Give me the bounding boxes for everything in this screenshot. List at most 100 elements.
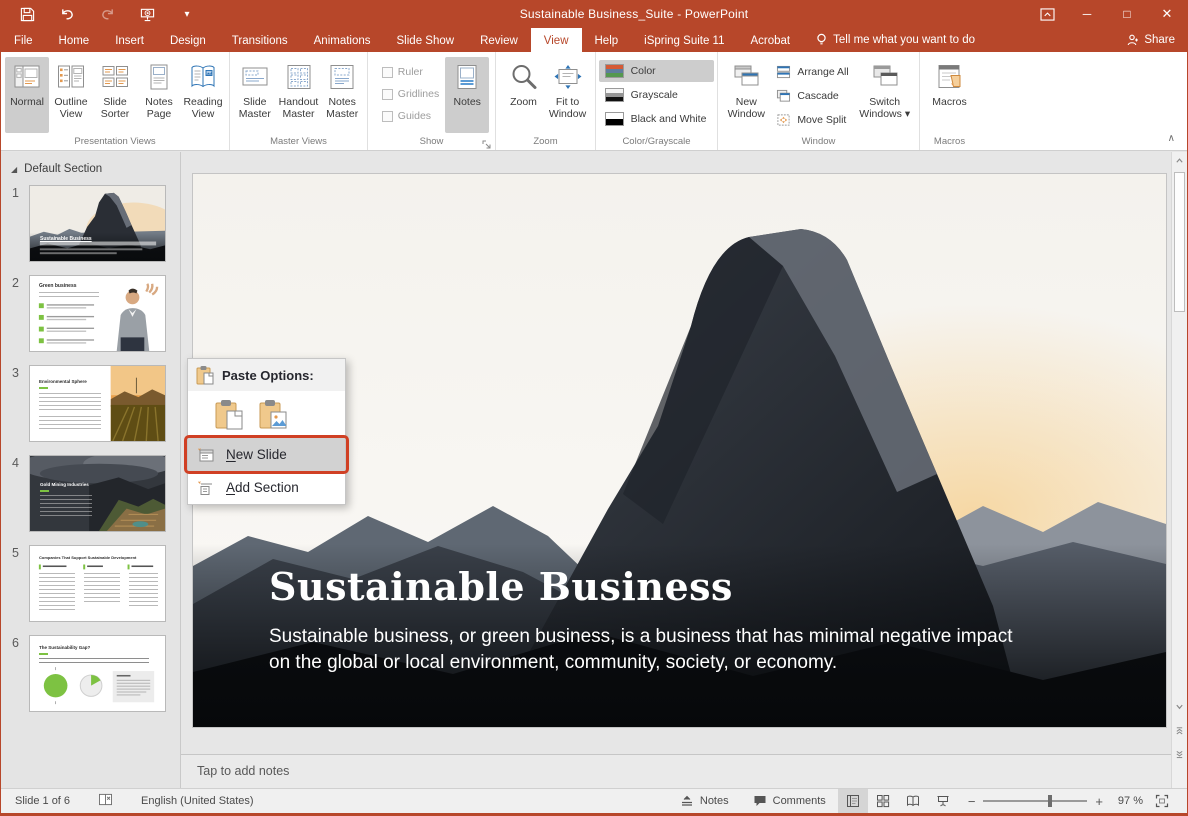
tab-view[interactable]: View <box>531 28 582 52</box>
tab-insert[interactable]: Insert <box>102 28 157 52</box>
cascade-button[interactable]: Cascade <box>772 86 852 106</box>
color-button[interactable]: Color <box>599 60 715 82</box>
notes-pane[interactable]: Tap to add notes <box>181 754 1171 788</box>
handout-master-button[interactable]: Handout Master <box>277 57 321 133</box>
slide-title-text[interactable]: Sustainable Business <box>269 564 733 609</box>
checkbox-icon <box>382 89 393 100</box>
section-header[interactable]: ◢ Default Section <box>1 152 180 181</box>
zoom-in-button[interactable]: + <box>1095 794 1103 809</box>
undo-icon[interactable] <box>57 4 77 24</box>
comments-toggle[interactable]: Comments <box>741 789 838 813</box>
tell-me-box[interactable]: Tell me what you want to do <box>803 28 988 52</box>
ribbon-display-options-icon[interactable] <box>1027 0 1067 28</box>
grayscale-chip-icon <box>605 88 624 102</box>
ruler-checkbox[interactable]: Ruler <box>382 66 439 78</box>
normal-view-button[interactable]: Normal <box>5 57 49 133</box>
tab-animations[interactable]: Animations <box>301 28 384 52</box>
scrollbar-thumb[interactable] <box>1174 172 1185 312</box>
tab-file[interactable]: File <box>1 28 46 52</box>
close-button[interactable]: ✕ <box>1147 0 1187 28</box>
thumbnail-slide-6[interactable]: The Sustainability Gap? <box>29 635 166 712</box>
tab-review[interactable]: Review <box>467 28 531 52</box>
dropdown-caret-icon: ▾ <box>905 108 910 120</box>
add-section-icon <box>196 479 214 497</box>
zoom-slider[interactable] <box>983 800 1087 802</box>
spellcheck-icon[interactable] <box>98 793 113 809</box>
switch-windows-button[interactable]: Switch Windows ▾ <box>857 57 913 133</box>
notes-toggle[interactable]: Notes <box>668 789 741 813</box>
arrange-all-button[interactable]: Arrange All <box>772 62 852 82</box>
thumbnail-slide-1[interactable]: Sustainable Business <box>29 185 166 262</box>
slide-sorter-toggle[interactable] <box>868 789 898 813</box>
customize-qat-caret-icon[interactable]: ▾ <box>177 4 197 24</box>
scroll-up-icon[interactable] <box>1172 152 1187 168</box>
grayscale-button[interactable]: Grayscale <box>599 84 715 106</box>
status-bar: Slide 1 of 6 English (United States) Not… <box>1 788 1187 816</box>
zoom-slider-handle[interactable] <box>1048 795 1052 807</box>
notes-master-icon <box>326 61 358 93</box>
slide-thumbnail-2: 2 Green business <box>29 275 172 352</box>
language-indicator[interactable]: English (United States) <box>141 795 254 807</box>
gridlines-checkbox[interactable]: Gridlines <box>382 88 439 100</box>
slide-sorter-button[interactable]: Slide Sorter <box>93 57 137 133</box>
window-controls: ─ □ ✕ <box>1027 0 1187 28</box>
group-presentation-views: Normal Outline View Slide Sorter Notes P… <box>1 52 229 150</box>
minimize-button[interactable]: ─ <box>1067 0 1107 28</box>
switch-windows-icon <box>869 61 901 93</box>
reading-view-small-icon <box>906 794 920 808</box>
lightbulb-icon <box>816 33 827 47</box>
maximize-button[interactable]: □ <box>1107 0 1147 28</box>
save-icon[interactable] <box>17 4 37 24</box>
thumbnail-slide-5[interactable]: Companies That Support Sustainable Devel… <box>29 545 166 622</box>
group-window: New Window Arrange All Cascade Move Spli… <box>717 52 919 150</box>
tab-transitions[interactable]: Transitions <box>219 28 301 52</box>
zoom-percentage[interactable]: 97 % <box>1113 795 1147 807</box>
outline-view-button[interactable]: Outline View <box>49 57 93 133</box>
slideshow-toggle[interactable] <box>928 789 958 813</box>
slide-master-button[interactable]: Slide Master <box>233 57 277 133</box>
tab-acrobat[interactable]: Acrobat <box>738 28 804 52</box>
macros-button[interactable]: Macros <box>928 57 972 133</box>
guides-checkbox[interactable]: Guides <box>382 110 439 122</box>
move-split-button[interactable]: Move Split <box>772 110 852 130</box>
zoom-button[interactable]: Zoom <box>502 57 546 133</box>
thumbnail-slide-3[interactable]: Environmental Sphere <box>29 365 166 442</box>
collapse-ribbon-icon[interactable]: ∧ <box>1168 133 1175 144</box>
fit-to-window-icon <box>552 61 584 93</box>
start-from-beginning-icon[interactable] <box>137 4 157 24</box>
paste-keep-formatting-button[interactable] <box>214 398 244 430</box>
slide-sorter-small-icon <box>876 794 890 808</box>
fit-slide-to-window-button[interactable] <box>1147 789 1177 813</box>
previous-slide-button[interactable] <box>1172 722 1187 738</box>
thumbnail-slide-2[interactable]: Green business <box>29 275 166 352</box>
move-split-icon <box>776 113 791 127</box>
slide-body-text[interactable]: Sustainable business, or green business,… <box>269 624 1017 676</box>
slide-thumbnail-1: 1 Sustainable Business <box>29 185 172 262</box>
tab-home[interactable]: Home <box>46 28 103 52</box>
zoom-out-button[interactable]: − <box>968 794 976 809</box>
vertical-scrollbar[interactable] <box>1171 152 1187 788</box>
slide-indicator[interactable]: Slide 1 of 6 <box>15 795 70 807</box>
normal-view-toggle[interactable] <box>838 789 868 813</box>
fit-to-window-button[interactable]: Fit to Window <box>546 57 590 133</box>
reading-view-toggle[interactable] <box>898 789 928 813</box>
reading-view-button[interactable]: Reading View <box>181 57 225 133</box>
scroll-down-icon[interactable] <box>1172 698 1187 714</box>
tab-help[interactable]: Help <box>582 28 632 52</box>
checkbox-icon <box>382 67 393 78</box>
new-slide-menu-item[interactable]: New Slide <box>188 438 345 471</box>
black-and-white-button[interactable]: Black and White <box>599 108 715 130</box>
thumbnail-slide-4[interactable]: Gold Mining Industries <box>29 455 166 532</box>
notes-master-button[interactable]: Notes Master <box>320 57 364 133</box>
share-button[interactable]: Share <box>1127 28 1175 52</box>
slide-thumbnail-5: 5 Companies That Support Sustainable Dev… <box>29 545 172 622</box>
new-window-button[interactable]: New Window <box>724 57 768 133</box>
notes-toggle-button[interactable]: Notes <box>445 57 489 133</box>
paste-as-picture-button[interactable] <box>258 398 288 430</box>
tab-ispring-suite[interactable]: iSpring Suite 11 <box>631 28 737 52</box>
next-slide-button[interactable] <box>1172 746 1187 762</box>
notes-page-button[interactable]: Notes Page <box>137 57 181 133</box>
tab-slide-show[interactable]: Slide Show <box>384 28 468 52</box>
tab-design[interactable]: Design <box>157 28 219 52</box>
add-section-menu-item[interactable]: Add Section <box>188 471 345 504</box>
